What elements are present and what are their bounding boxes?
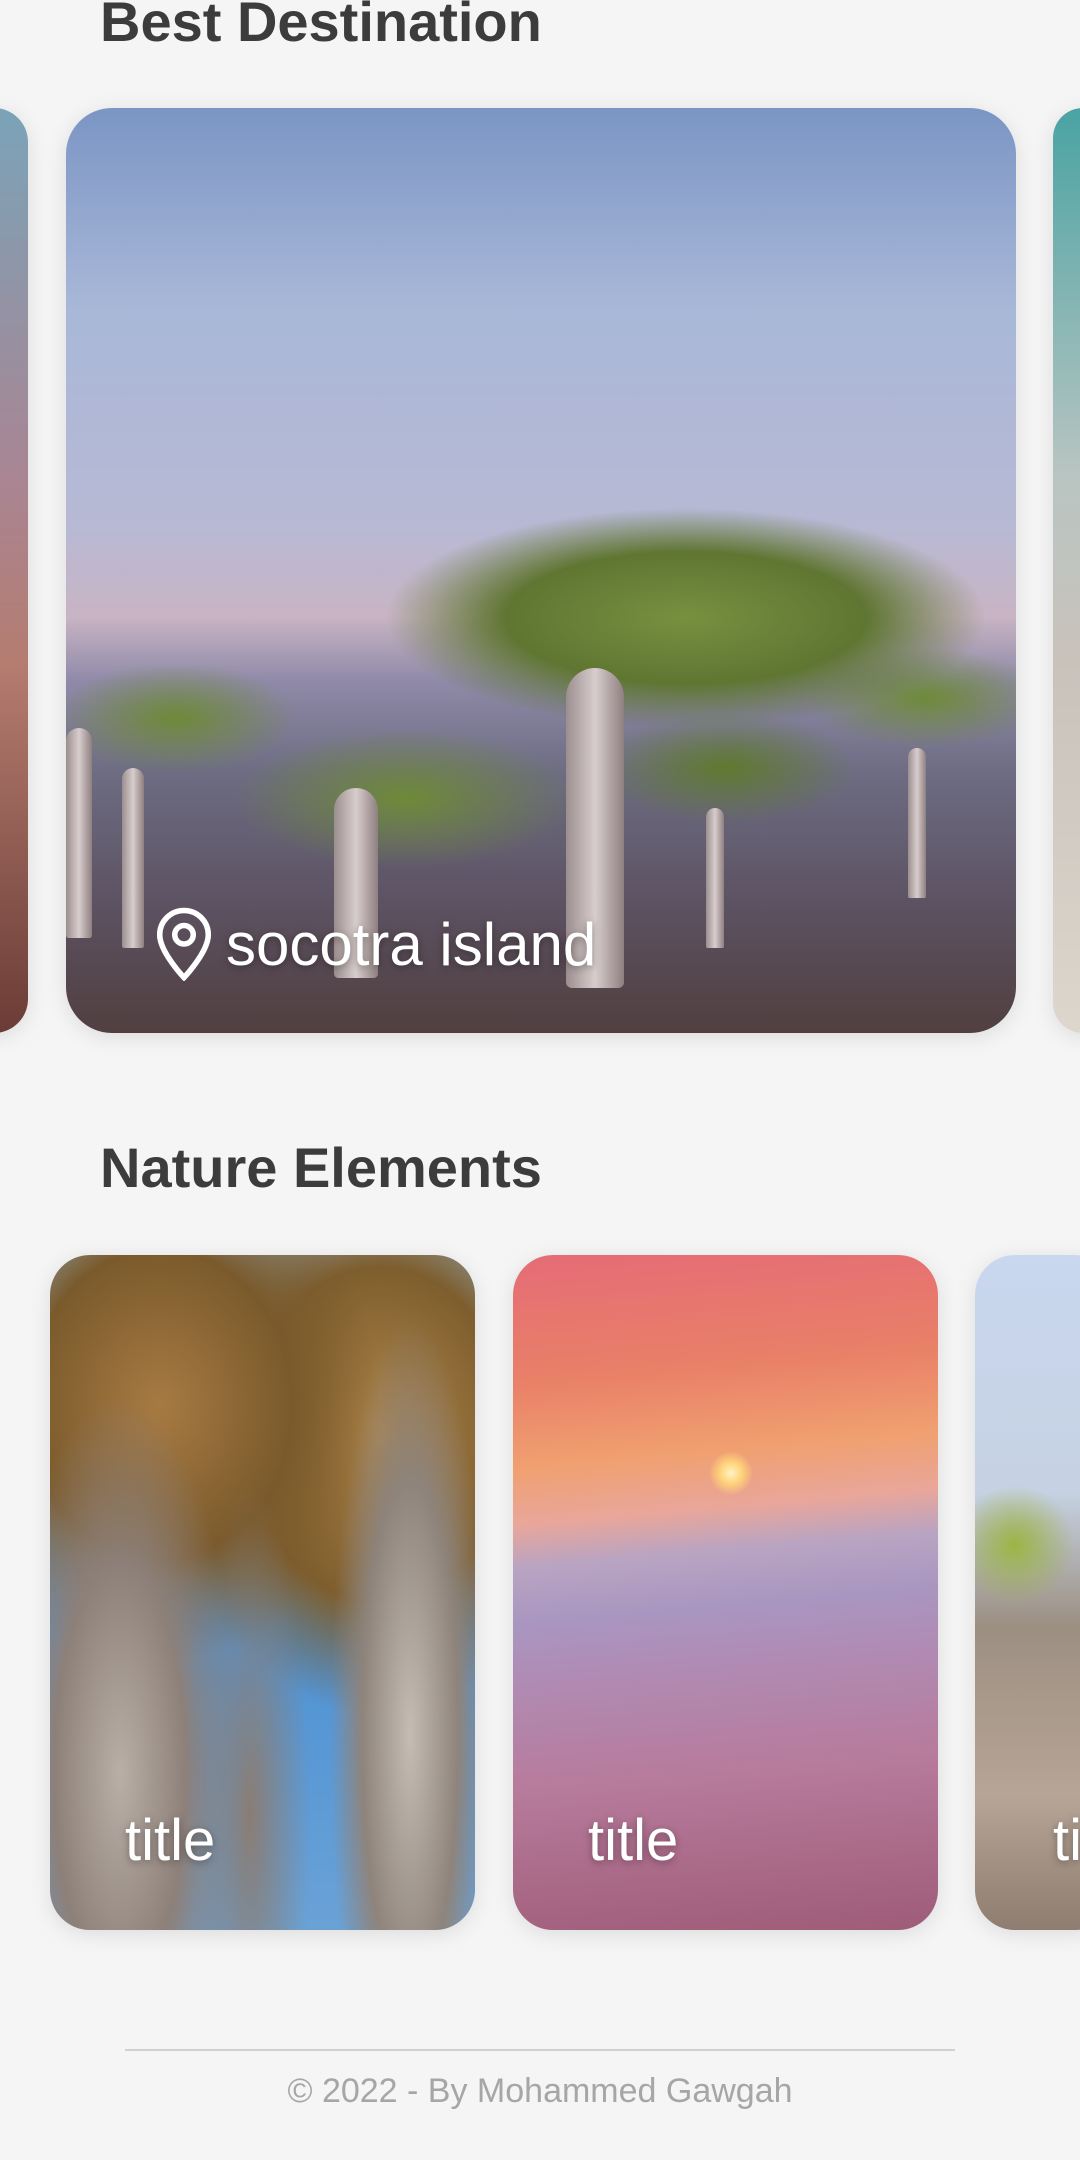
location-pin-icon — [156, 907, 212, 981]
nature-elements-heading: Nature Elements — [100, 1136, 542, 1199]
best-destination-heading: Best Destination — [100, 0, 542, 53]
location-label: socotra island — [156, 907, 596, 981]
tree-trunk-image — [122, 768, 144, 948]
destination-card-previous[interactable] — [0, 108, 28, 1033]
nature-card-dunes[interactable]: title — [513, 1255, 938, 1930]
nature-card-title: title — [588, 1808, 679, 1873]
destination-card-socotra[interactable]: socotra island — [66, 108, 1016, 1033]
nature-card-dragon-trees[interactable]: title — [50, 1255, 475, 1930]
nature-card-title: title — [125, 1808, 216, 1873]
footer-copyright: © 2022 - By Mohammed Gawgah — [287, 2072, 793, 2110]
nature-card-title: title — [1053, 1808, 1080, 1873]
tree-trunk-image — [66, 728, 92, 938]
tree-trunk-image — [706, 808, 724, 948]
destination-card-next[interactable] — [1053, 108, 1080, 1033]
footer-divider — [125, 2049, 955, 2051]
nature-card-coast[interactable]: title — [975, 1255, 1080, 1930]
tree-trunk-image — [908, 748, 926, 898]
location-name: socotra island — [226, 910, 597, 978]
